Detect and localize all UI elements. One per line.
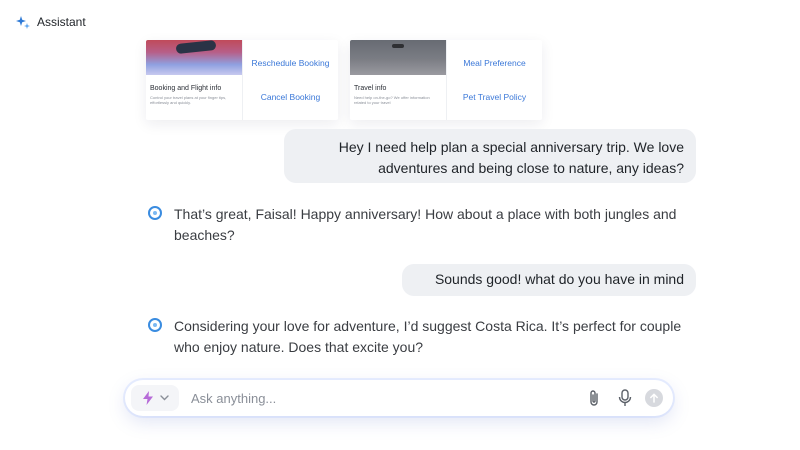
user-message: Sounds good! what do you have in mind <box>402 264 696 296</box>
message-input[interactable]: Ask anything... <box>191 391 276 406</box>
assistant-message: That’s great, Faisal! Happy anniversary!… <box>148 204 708 246</box>
reschedule-booking-link[interactable]: Reschedule Booking <box>252 58 330 69</box>
meal-preference-link[interactable]: Meal Preference <box>463 58 525 69</box>
user-message: Hey I need help plan a special anniversa… <box>284 129 696 183</box>
app-header: Assistant <box>16 15 86 29</box>
microphone-icon[interactable] <box>616 389 634 407</box>
send-arrow-icon <box>650 393 658 403</box>
card-links: Meal Preference Pet Travel Policy <box>447 40 542 120</box>
paperclip-icon[interactable] <box>585 389 603 407</box>
quick-action-cards: Booking and Flight info Control your tra… <box>146 40 542 120</box>
chevron-down-icon <box>159 395 169 401</box>
card-info: Travel info Need help on-the-go? We offe… <box>350 40 447 120</box>
pet-travel-policy-link[interactable]: Pet Travel Policy <box>463 92 526 103</box>
card-title: Travel info <box>354 85 387 92</box>
assistant-avatar-icon <box>148 206 162 220</box>
lightning-icon <box>142 391 153 405</box>
card-description: Need help on-the-go? We offer informatio… <box>354 95 430 105</box>
sparkle-icon <box>16 16 30 29</box>
assistant-message-text: Considering your love for adventure, I’d… <box>174 318 682 355</box>
send-button[interactable] <box>645 389 663 407</box>
assistant-message: Considering your love for adventure, I’d… <box>148 316 708 358</box>
assistant-avatar-icon <box>148 318 162 332</box>
card-title: Booking and Flight info <box>150 85 222 92</box>
card-info: Booking and Flight info Control your tra… <box>146 40 243 120</box>
card-description: Control your travel plans at your finger… <box>150 95 227 105</box>
travel-info-card: Travel info Need help on-the-go? We offe… <box>350 40 542 120</box>
card-links: Reschedule Booking Cancel Booking <box>243 40 338 120</box>
app-title: Assistant <box>37 15 86 29</box>
booking-flight-card: Booking and Flight info Control your tra… <box>146 40 338 120</box>
travel-image <box>350 40 446 75</box>
chat-input-bar: Ask anything... <box>125 380 673 416</box>
assistant-message-text: That’s great, Faisal! Happy anniversary!… <box>174 206 677 243</box>
cancel-booking-link[interactable]: Cancel Booking <box>261 92 321 103</box>
mode-selector-button[interactable] <box>131 385 179 411</box>
airplane-image <box>146 40 242 75</box>
